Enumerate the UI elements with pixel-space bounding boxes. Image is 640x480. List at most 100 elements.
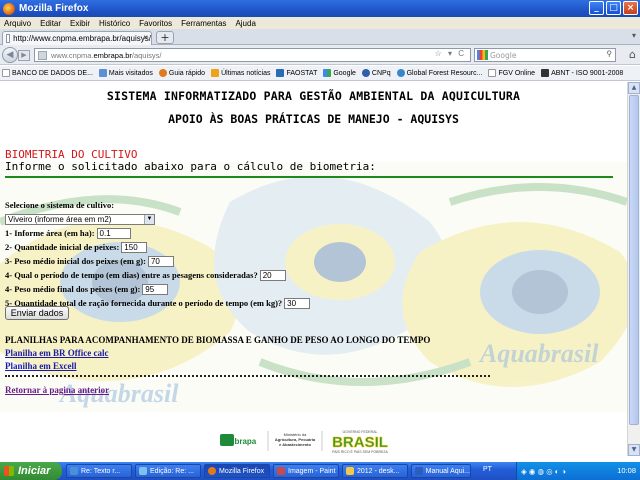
abnt-icon xyxy=(541,69,550,77)
system-title: SISTEMA INFORMATIZADO PARA GESTÃO AMBIEN… xyxy=(106,89,521,103)
search-input[interactable]: Google ⚲ xyxy=(474,48,616,62)
window-titlebar: Mozilla Firefox _ □ × xyxy=(0,0,640,17)
back-link[interactable]: Retornar à pagina anterior xyxy=(5,385,109,395)
area-input[interactable]: 0.1 xyxy=(96,227,131,239)
form-row: 1- Informe área (em ha): 0.1 xyxy=(5,226,310,240)
scroll-up-button[interactable]: ▲ xyxy=(628,82,640,94)
menu-editar[interactable]: Editar xyxy=(40,19,61,28)
send-data-button[interactable]: Enviar dados xyxy=(5,306,69,320)
bookmark-label: Últimas notícias xyxy=(221,69,271,77)
window-title: Mozilla Firefox xyxy=(19,3,89,14)
url-prefix: www.cnpma. xyxy=(51,50,94,60)
bookmark-item[interactable]: Google xyxy=(323,69,356,77)
bookmark-label: FAOSTAT xyxy=(286,69,318,77)
cultivation-system-select[interactable]: Viveiro (informe área em m2) ▼ xyxy=(5,213,155,225)
system-tray: PT ◈ ◉ ◍ ◎ ◐ ◑ 10:08 xyxy=(483,462,640,480)
clock[interactable]: 10:08 xyxy=(617,466,636,475)
initial-weight-input[interactable]: 70 xyxy=(147,255,174,267)
document-icon xyxy=(415,467,423,475)
site-identity-icon[interactable] xyxy=(38,50,47,60)
scroll-thumb[interactable] xyxy=(629,95,639,425)
back-button[interactable]: ◀ xyxy=(2,47,18,63)
vertical-scrollbar[interactable]: ▲ ▼ xyxy=(627,82,640,456)
chevron-down-icon[interactable]: ▼ xyxy=(144,214,154,224)
cnpq-icon xyxy=(361,69,370,77)
taskbar-item-active[interactable]: Mozilla Firefox xyxy=(204,464,270,478)
search-placeholder: Google xyxy=(490,50,517,60)
home-icon[interactable]: ⌂ xyxy=(629,48,636,61)
svg-text:PAÍS RICO É PAÍS SEM POBREZA: PAÍS RICO É PAÍS SEM POBREZA xyxy=(332,449,388,454)
tab-close-icon[interactable]: × xyxy=(143,33,148,42)
tray-icons[interactable]: ◈ ◉ ◍ ◎ ◐ ◑ xyxy=(521,467,566,476)
language-indicator[interactable]: PT xyxy=(483,466,492,473)
bookmark-item[interactable]: CNPq xyxy=(361,69,391,77)
globe-icon xyxy=(396,69,405,77)
period-input[interactable]: 20 xyxy=(259,269,286,281)
bookmark-item[interactable]: FAOSTAT xyxy=(276,69,317,77)
form-row: 4- Qual o período de tempo (em dias) ent… xyxy=(5,268,310,282)
bookmark-item[interactable]: Global Forest Resourc... xyxy=(396,69,482,77)
taskbar-item[interactable]: 2012 - desk... xyxy=(342,464,408,478)
excel-spreadsheet-link[interactable]: Planilha em Excell xyxy=(5,361,77,371)
browser-tab[interactable]: http://www.cnpma.embrapa.br/aquisys/ × xyxy=(2,31,152,45)
bookmark-star-icon[interactable]: ☆ ▾ C xyxy=(435,49,466,58)
taskbar-item[interactable]: Imagem - Paint xyxy=(273,464,339,478)
forward-button[interactable]: ▶ xyxy=(18,50,30,61)
menu-ajuda[interactable]: Ajuda xyxy=(235,19,255,28)
bookmark-label: Mais visitados xyxy=(108,69,153,77)
menu-historico[interactable]: Histórico xyxy=(99,19,130,28)
form-row: 2- Quantidade inicial de peixes: 150 xyxy=(5,240,310,254)
initial-count-input[interactable]: 150 xyxy=(121,241,148,253)
bookmark-item[interactable]: Mais visitados xyxy=(98,69,153,77)
taskbar-tasks: Re: Texto r... Edição: Re: ... Mozilla F… xyxy=(66,464,471,478)
form-row: 3- Peso médio inicial dos peixes (em g):… xyxy=(5,254,310,268)
tab-bar: http://www.cnpma.embrapa.br/aquisys/ × +… xyxy=(0,29,640,45)
google-engine-icon[interactable] xyxy=(477,50,488,60)
feed-amount-input[interactable]: 30 xyxy=(284,297,311,309)
broffice-spreadsheet-link[interactable]: Planilha em BR Office calc xyxy=(5,348,108,358)
menu-arquivo[interactable]: Arquivo xyxy=(4,19,31,28)
final-weight-label: 4- Peso médio final dos peixes (em g): xyxy=(5,284,141,294)
period-label: 4- Qual o período de tempo (em dias) ent… xyxy=(5,270,258,280)
start-button[interactable]: Iniciar xyxy=(0,462,62,480)
start-label: Iniciar xyxy=(18,465,51,477)
page-content: Aquabrasil Aquabrasil SISTEMA INFORMATIZ… xyxy=(0,82,627,456)
taskbar-item[interactable]: Re: Texto r... xyxy=(66,464,132,478)
url-bar[interactable]: www.cnpma. embrapa.br/aquisys/ ☆ ▾ C xyxy=(34,48,471,62)
form-row: 4- Peso médio final dos peixes (em g): 9… xyxy=(5,282,310,296)
section-instructions: Informe o solicitado abaixo para o cálcu… xyxy=(5,160,376,173)
bookmark-label: BANCO DE DADOS DE... xyxy=(12,69,93,77)
menu-favoritos[interactable]: Favoritos xyxy=(139,19,172,28)
footer-logos-graphic: Embrapa Ministério da Agricultura, Pecuá… xyxy=(220,430,389,454)
select-value: Viveiro (informe área em m2) xyxy=(8,214,112,224)
bookmark-label: FGV Online xyxy=(498,69,536,77)
taskbar-item[interactable]: Edição: Re: ... xyxy=(135,464,201,478)
bookmark-item[interactable]: Guia rápido xyxy=(158,69,205,77)
minimize-button[interactable]: _ xyxy=(589,1,604,15)
navigation-bar: ◀ ▶ www.cnpma. embrapa.br/aquisys/ ☆ ▾ C … xyxy=(0,45,640,65)
bookmark-item[interactable]: Últimas notícias xyxy=(211,69,270,77)
taskbar-item[interactable]: Manual Aqui... xyxy=(411,464,471,478)
bookmark-item[interactable]: ABNT - ISO 9001-2008 xyxy=(541,69,623,77)
menu-exibir[interactable]: Exibir xyxy=(70,19,90,28)
bookmark-item[interactable]: FGV Online xyxy=(488,69,535,77)
scroll-down-button[interactable]: ▼ xyxy=(628,444,640,456)
firefox-logo-icon xyxy=(3,2,15,15)
tab-list-icon[interactable]: ▾ xyxy=(632,31,636,40)
mail-icon xyxy=(70,467,78,475)
svg-text:e Abastecimento: e Abastecimento xyxy=(279,442,311,447)
form-row: Viveiro (informe área em m2) ▼ xyxy=(5,212,310,226)
mail-icon xyxy=(139,467,147,475)
new-tab-button[interactable]: + xyxy=(156,31,174,44)
form-row: Selecione o sistema de cultivo: xyxy=(5,198,310,212)
search-icon[interactable]: ⚲ xyxy=(607,49,613,58)
paint-icon xyxy=(277,467,285,475)
bookmark-item[interactable]: BANCO DE DADOS DE... xyxy=(2,69,93,77)
select-label: Selecione o sistema de cultivo: xyxy=(5,200,115,210)
embrapa-logo: Embrapa xyxy=(222,437,257,446)
final-weight-input[interactable]: 95 xyxy=(142,283,169,295)
menu-ferramentas[interactable]: Ferramentas xyxy=(181,19,226,28)
close-button[interactable]: × xyxy=(623,1,638,15)
firefox-icon xyxy=(158,69,167,77)
maximize-button[interactable]: □ xyxy=(606,1,621,15)
